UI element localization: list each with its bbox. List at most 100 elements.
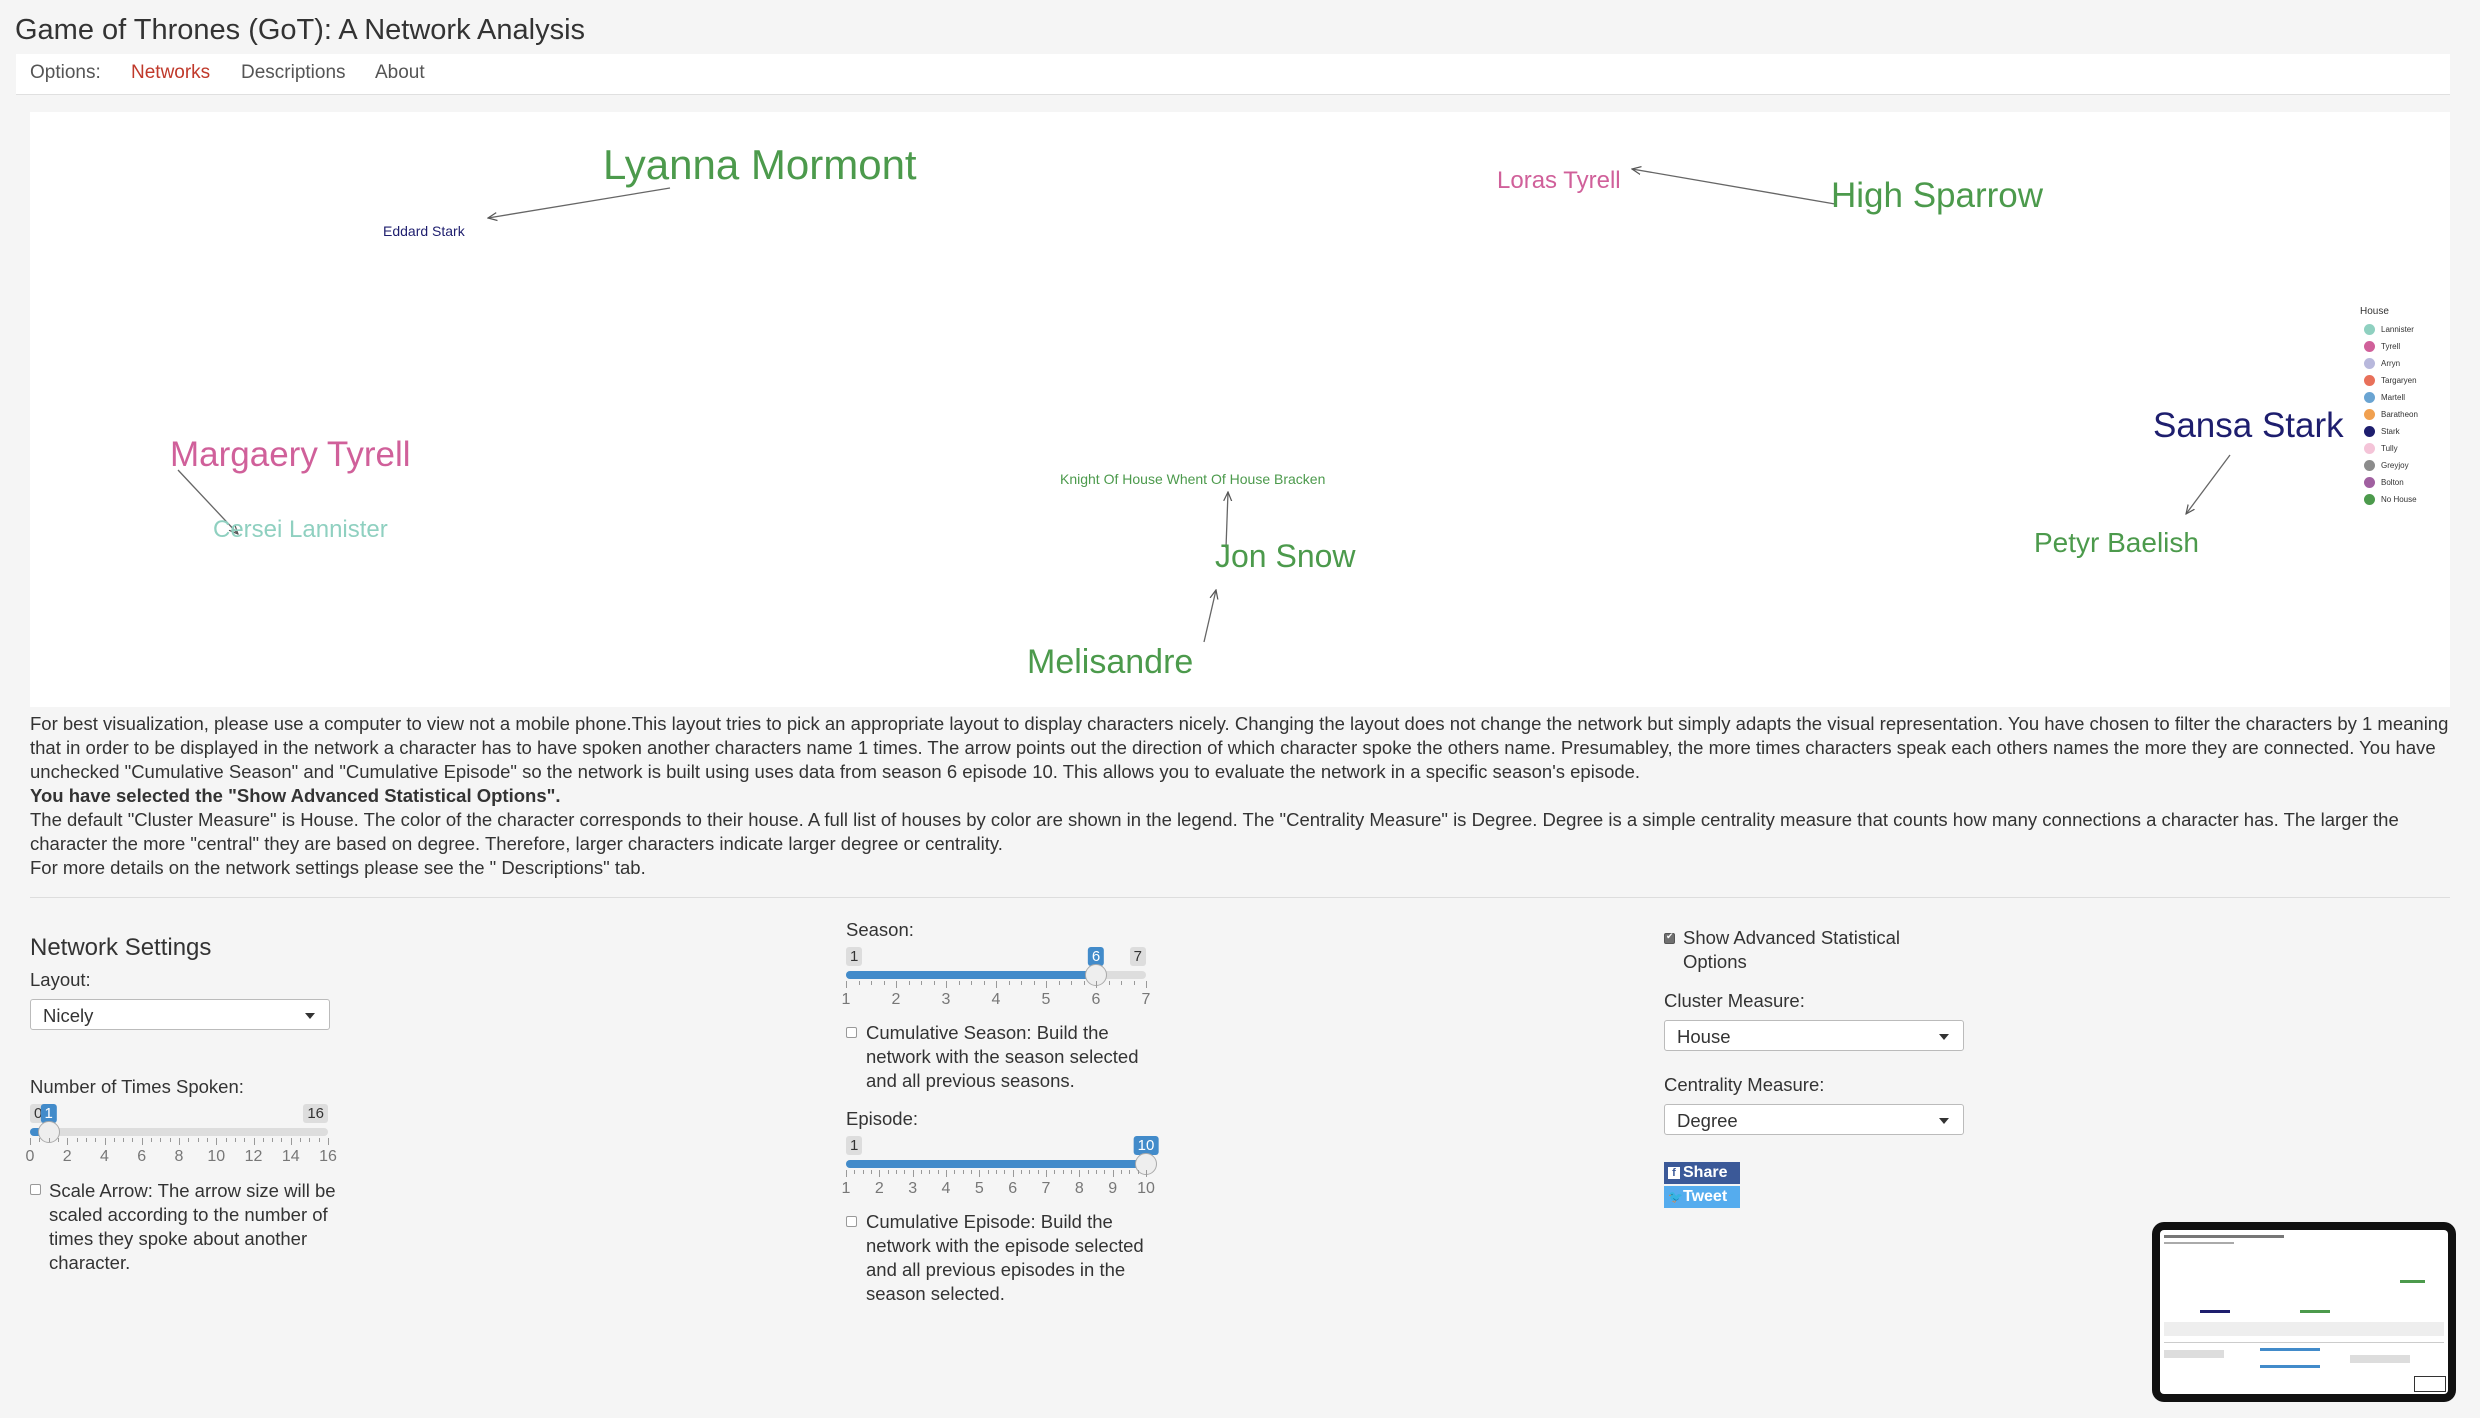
slider-minor-tick: [1121, 1170, 1122, 1174]
slider-minor-tick: [1071, 1170, 1072, 1174]
slider-minor-tick: [904, 1170, 906, 1174]
node-eddard-stark[interactable]: Eddard Stark: [383, 224, 465, 238]
slider-tick: [896, 981, 897, 988]
legend-item: Martell: [2360, 389, 2430, 406]
slider-minor-tick: [272, 1138, 274, 1142]
slider-minor-tick: [85, 1138, 87, 1142]
cumulative-episode-checkbox[interactable]: [846, 1216, 857, 1227]
legend-item: Arryn: [2360, 355, 2430, 372]
node-high-sparrow[interactable]: High Sparrow: [1831, 178, 2043, 213]
slider-tick-label: 10: [207, 1148, 226, 1165]
centrality-measure-select[interactable]: Degree: [1664, 1104, 1964, 1135]
season-slider[interactable]: 1 7 6 1234567: [842, 947, 1150, 1019]
legend-label: Tully: [2381, 444, 2398, 453]
slider-minor-tick: [1054, 1170, 1056, 1174]
share-label: Share: [1683, 1164, 1728, 1181]
page-title: Game of Thrones (GoT): A Network Analysi…: [15, 14, 586, 46]
slider-tick-label: 4: [941, 1180, 951, 1197]
slider-tick: [1079, 1170, 1081, 1177]
slider-minor-tick: [1021, 1170, 1022, 1174]
node-loras-tyrell[interactable]: Loras Tyrell: [1497, 169, 1621, 193]
slider-tick: [1146, 981, 1147, 988]
times-spoken-slider[interactable]: 0 16 1 0 2 4 6 8 10 12 14 16: [26, 1104, 337, 1176]
scale-arrow-checkbox[interactable]: [30, 1184, 41, 1195]
cluster-measure-select[interactable]: House: [1664, 1020, 1964, 1051]
node-petyr-baelish[interactable]: Petyr Baelish: [2034, 529, 2199, 557]
network-graph[interactable]: Lyanna Mormont Eddard Stark Loras Tyrell…: [30, 112, 2450, 707]
node-cersei-lannister[interactable]: Cersei Lannister: [213, 518, 388, 542]
tab-about[interactable]: About: [375, 60, 425, 86]
slider-tick: [996, 981, 997, 988]
tweet-label: Tweet: [1683, 1188, 1728, 1205]
legend-title: House: [2360, 306, 2389, 317]
node-melisandre[interactable]: Melisandre: [1027, 645, 1193, 679]
nav-options-label: Options:: [30, 62, 101, 83]
times-spoken-label: Number of Times Spoken:: [30, 1076, 244, 1097]
node-sansa-stark[interactable]: Sansa Stark: [2153, 408, 2344, 443]
slider-minor-tick: [244, 1138, 246, 1142]
slider-minor-tick: [971, 981, 972, 985]
edge-lyanna-eddard: [488, 187, 671, 218]
layout-select[interactable]: Nicely: [30, 999, 330, 1030]
slider-minor-tick: [300, 1138, 302, 1142]
slider-minor-tick: [962, 1170, 964, 1174]
facebook-share-button[interactable]: f Share: [1664, 1162, 1740, 1184]
tab-descriptions[interactable]: Descriptions: [241, 60, 346, 86]
slider-tick-label: 6: [137, 1148, 147, 1165]
node-jon-snow[interactable]: Jon Snow: [1215, 540, 1356, 572]
slider-minor-tick: [123, 1138, 125, 1142]
slider-minor-tick: [929, 1170, 931, 1174]
slider-tick: [1012, 1170, 1014, 1177]
slider-minor-tick: [281, 1138, 283, 1142]
slider-tick: [946, 1170, 947, 1177]
node-knight-whent-bracken[interactable]: Knight Of House Whent Of House Bracken: [1060, 472, 1325, 486]
slider-minor-tick: [113, 1138, 115, 1142]
slider-minor-tick: [1004, 1170, 1006, 1174]
legend-swatch: [2364, 375, 2375, 386]
cumulative-season-checkbox[interactable]: [846, 1027, 857, 1038]
cluster-measure-label: Cluster Measure:: [1664, 990, 1805, 1011]
slider-minor-tick: [76, 1138, 78, 1142]
slider-tick-label: 4: [100, 1148, 109, 1165]
legend-label: Targaryen: [2381, 376, 2417, 385]
slider-minor-tick: [206, 1138, 208, 1142]
legend-item: Tyrell: [2360, 338, 2430, 355]
slider-minor-tick: [1029, 1170, 1031, 1174]
navbar: Options: Networks Descriptions About: [16, 54, 2450, 95]
tweet-button[interactable]: 🐦Tweet: [1664, 1186, 1740, 1208]
slider-minor-tick: [197, 1138, 199, 1142]
screen-preview-thumbnail[interactable]: [2152, 1222, 2456, 1402]
slider-tick: [1046, 981, 1047, 988]
slider-min-label: 1: [846, 947, 863, 966]
legend-label: Stark: [2381, 427, 2400, 436]
edge-highsparrow-loras: [1632, 169, 1836, 205]
slider-minor-tick: [871, 981, 872, 985]
legend-swatch: [2364, 460, 2375, 471]
slider-min-label: 1: [846, 1136, 863, 1155]
centrality-measure-label: Centrality Measure:: [1664, 1074, 1825, 1095]
slider-minor-tick: [996, 1170, 997, 1174]
slider-fill: [846, 1160, 1146, 1168]
legend-item: Baratheon: [2360, 406, 2430, 423]
slider-tick: [67, 1138, 69, 1145]
legend-label: Bolton: [2381, 478, 2404, 487]
slider-minor-tick: [1096, 1170, 1097, 1174]
slider-minor-tick: [921, 981, 922, 985]
slider-minor-tick: [225, 1138, 227, 1142]
node-margaery-tyrell[interactable]: Margaery Tyrell: [170, 437, 411, 472]
chevron-down-icon: [1939, 1034, 1949, 1040]
legend-item: Tully: [2360, 440, 2430, 457]
slider-minor-tick: [896, 1170, 897, 1174]
advanced-options-checkbox[interactable]: [1664, 931, 1675, 944]
slider-tick: [1146, 1170, 1147, 1177]
legend-item: Bolton: [2360, 474, 2430, 491]
slider-tick: [141, 1138, 143, 1145]
legend-swatch: [2364, 494, 2375, 505]
episode-slider[interactable]: 1 10 1 2 3 4 5 6 7 8 9 10: [842, 1136, 1159, 1208]
tab-networks[interactable]: Networks: [131, 60, 210, 86]
preview-content: [2160, 1230, 2448, 1394]
cumulative-episode-label: Cumulative Episode: Build the network wi…: [866, 1211, 1144, 1304]
slider-tick-label: 2: [874, 1180, 884, 1197]
node-lyanna-mormont[interactable]: Lyanna Mormont: [603, 144, 917, 186]
slider-minor-tick: [95, 1138, 97, 1142]
